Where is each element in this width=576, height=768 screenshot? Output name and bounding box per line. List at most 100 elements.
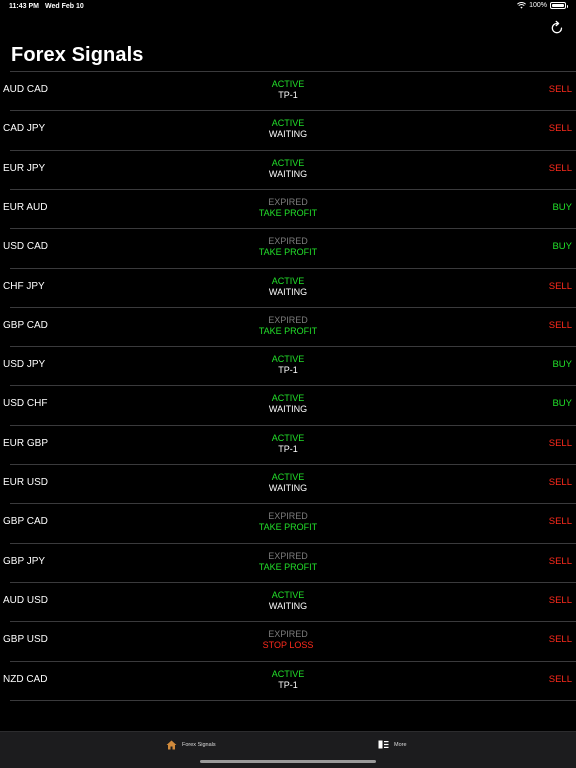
trade-side: SELL: [548, 634, 572, 646]
tab-label: Forex Signals: [182, 742, 216, 748]
status-label: ACTIVE: [271, 157, 305, 168]
status-bar: 11:43 PM Wed Feb 10 100%: [0, 0, 576, 14]
trade-side: BUY: [552, 398, 572, 410]
signal-status: ACTIVE WAITING: [0, 590, 576, 612]
result-label: TP-1: [278, 679, 298, 690]
signal-status: ACTIVE TP-1: [0, 354, 576, 376]
signal-row[interactable]: EUR JPY ACTIVE WAITING SELL: [0, 149, 576, 189]
signal-status: ACTIVE TP-1: [0, 433, 576, 455]
status-label: ACTIVE: [271, 589, 305, 600]
trade-side: SELL: [548, 162, 572, 174]
status-label: EXPIRED: [268, 550, 308, 561]
result-label: WAITING: [268, 600, 308, 611]
row-divider: [10, 660, 576, 662]
refresh-button[interactable]: [548, 19, 566, 37]
signal-status: ACTIVE TP-1: [0, 669, 576, 691]
result-label: WAITING: [268, 483, 308, 493]
refresh-icon: [551, 20, 563, 34]
signal-status: EXPIRED TAKE PROFIT: [0, 197, 576, 219]
trade-side: SELL: [548, 280, 572, 292]
signal-status: ACTIVE WAITING: [0, 158, 576, 180]
status-label: EXPIRED: [268, 236, 308, 247]
result-label: TAKE PROFIT: [258, 247, 318, 258]
status-label: ACTIVE: [271, 472, 305, 482]
status-date: Wed Feb 10: [45, 3, 84, 10]
trade-side: SELL: [548, 319, 572, 331]
result-label: TAKE PROFIT: [258, 325, 318, 336]
trade-side: BUY: [552, 359, 572, 371]
result-label: TP-1: [278, 365, 298, 376]
row-divider: [10, 267, 576, 269]
row-divider: [10, 464, 576, 465]
signal-row[interactable]: CAD JPY ACTIVE WAITING SELL: [0, 110, 576, 149]
signal-status: EXPIRED TAKE PROFIT: [0, 511, 576, 533]
signal-status: EXPIRED STOP LOSS: [0, 629, 576, 651]
signal-status: EXPIRED TAKE PROFIT: [0, 551, 576, 573]
status-label: ACTIVE: [271, 118, 305, 129]
wifi-icon: [517, 2, 527, 9]
row-divider: [10, 503, 576, 505]
signal-row[interactable]: NZD CAD ACTIVE TP-1 SELL: [0, 660, 576, 700]
tab-forex-signals[interactable]: Forex Signals: [166, 740, 216, 750]
row-divider: [10, 542, 576, 544]
row-divider: [10, 621, 576, 623]
row-divider: [10, 188, 576, 190]
signal-row[interactable]: EUR USD ACTIVE WAITING SELL: [0, 464, 576, 503]
row-divider: [10, 228, 576, 230]
house-icon: [166, 740, 177, 750]
signal-row[interactable]: USD JPY ACTIVE TP-1 BUY: [0, 346, 576, 385]
row-divider: [10, 346, 576, 348]
result-label: WAITING: [268, 286, 308, 297]
trade-side: SELL: [548, 123, 572, 135]
book-list-icon: [378, 740, 389, 749]
trade-side: BUY: [552, 201, 572, 213]
trade-side: SELL: [548, 594, 572, 606]
signal-row[interactable]: GBP JPY EXPIRED TAKE PROFIT SELL: [0, 542, 576, 582]
signal-status: EXPIRED TAKE PROFIT: [0, 236, 576, 258]
signal-status: EXPIRED TAKE PROFIT: [0, 315, 576, 337]
signal-row[interactable]: USD CHF ACTIVE WAITING BUY: [0, 385, 576, 424]
signal-row[interactable]: AUD CAD ACTIVE TP-1 SELL: [0, 71, 576, 110]
result-label: TAKE PROFIT: [258, 207, 318, 218]
signal-row[interactable]: AUD USD ACTIVE WAITING SELL: [0, 581, 576, 621]
signal-row[interactable]: CHF JPY ACTIVE WAITING SELL: [0, 267, 576, 307]
tab-more[interactable]: More: [378, 740, 407, 749]
result-label: STOP LOSS: [262, 640, 314, 651]
home-indicator: [200, 760, 376, 763]
trade-side: SELL: [548, 673, 572, 685]
status-label: ACTIVE: [271, 275, 305, 286]
row-divider: [10, 385, 576, 387]
signal-row[interactable]: EUR AUD EXPIRED TAKE PROFIT BUY: [0, 188, 576, 228]
signal-status: ACTIVE TP-1: [0, 79, 576, 101]
row-divider: [10, 581, 576, 583]
signal-row[interactable]: GBP CAD EXPIRED TAKE PROFIT SELL: [0, 503, 576, 542]
row-divider: [10, 699, 576, 701]
tab-label: More: [394, 741, 407, 748]
status-time: 11:43 PM: [9, 3, 39, 10]
signal-row[interactable]: EUR GBP ACTIVE TP-1 SELL: [0, 424, 576, 464]
trade-side: SELL: [548, 84, 572, 95]
status-label: EXPIRED: [268, 196, 308, 207]
trade-side: SELL: [548, 555, 572, 567]
status-label: ACTIVE: [271, 432, 305, 443]
result-label: TP-1: [278, 443, 298, 454]
status-label: ACTIVE: [271, 393, 305, 404]
trade-side: SELL: [548, 477, 572, 488]
row-divider: [10, 306, 576, 308]
row-divider: [10, 424, 576, 426]
trade-side: BUY: [552, 241, 572, 253]
result-label: WAITING: [268, 404, 308, 415]
result-label: TAKE PROFIT: [258, 522, 318, 533]
row-divider: [10, 71, 576, 72]
row-divider: [10, 110, 576, 112]
trade-side: SELL: [548, 437, 572, 449]
signal-row[interactable]: USD CAD EXPIRED TAKE PROFIT BUY: [0, 228, 576, 267]
status-label: EXPIRED: [268, 314, 308, 325]
trade-side: SELL: [548, 516, 572, 528]
signal-row[interactable]: GBP CAD EXPIRED TAKE PROFIT SELL: [0, 306, 576, 346]
signal-row[interactable]: GBP USD EXPIRED STOP LOSS SELL: [0, 621, 576, 660]
battery-percent: 100%: [529, 2, 547, 9]
status-label: ACTIVE: [271, 79, 305, 89]
result-label: TAKE PROFIT: [258, 561, 318, 572]
status-indicators: 100%: [517, 2, 568, 9]
